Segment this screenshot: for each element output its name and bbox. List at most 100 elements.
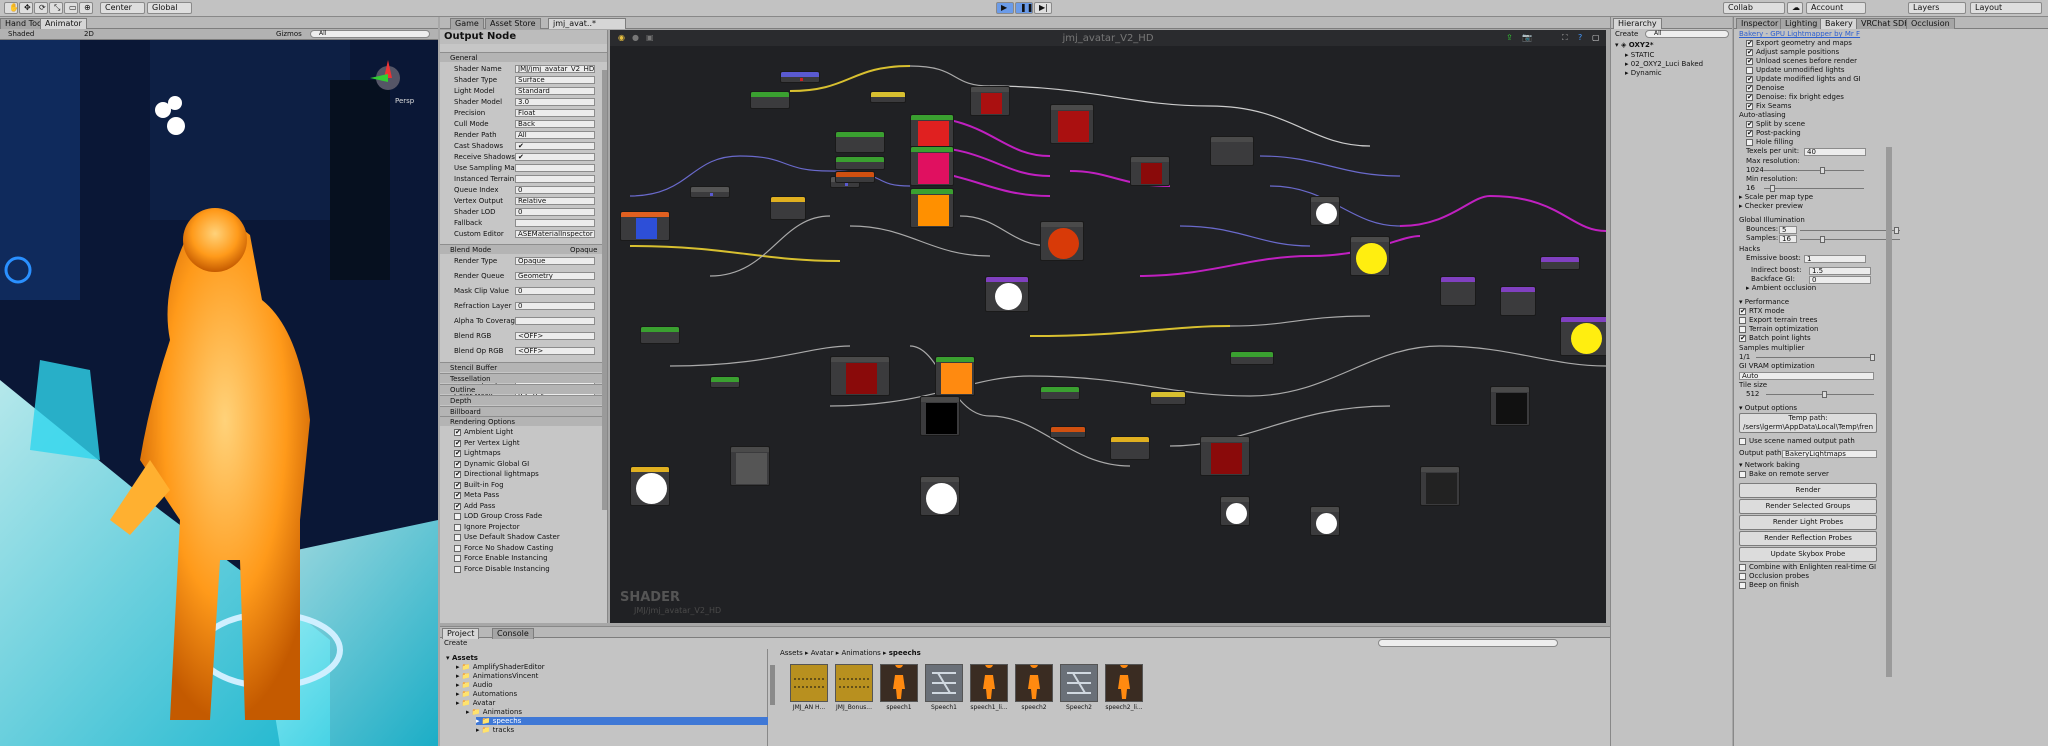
option-checkbox[interactable] [454,513,461,520]
graph-node[interactable] [1230,351,1274,365]
tab-project[interactable]: Project [442,628,480,639]
graph-node[interactable] [1500,286,1536,316]
tree-item[interactable]: ▸ 📁 speechs [476,717,768,725]
bakery-checkbox[interactable]: ✔ [1746,58,1753,65]
graph-node[interactable] [630,466,670,506]
section-general[interactable]: General [440,52,607,62]
bakery-checkbox[interactable]: ✔ [1746,85,1753,92]
hierarchy-item-baked[interactable]: ▸ 02_OXY2_Luci Baked [1625,60,1703,68]
tab-asset-store[interactable]: Asset Store [485,18,541,29]
breadcrumb-animations[interactable]: Animations [841,649,880,657]
asset-thumbnail[interactable] [1105,660,1143,702]
graph-node[interactable] [830,356,890,396]
bakery-checkbox[interactable]: ✔ [1746,49,1753,56]
asset-thumbnail[interactable] [835,664,873,702]
max-res-slider[interactable] [1764,170,1864,171]
blend-value[interactable]: Opaque [515,257,595,265]
graph-node[interactable] [1040,386,1080,400]
step-button[interactable]: ▶| [1034,2,1052,14]
transform-tool-icon[interactable]: ⊕ [79,2,93,14]
bakery-checkbox[interactable] [1746,67,1753,74]
prop-value[interactable]: ✔ [515,153,595,161]
prop-value[interactable]: 3.0 [515,98,595,106]
prop-value[interactable]: JMJ/jmj_avatar_V2_HD [515,65,595,73]
breadcrumb-avatar[interactable]: Avatar [811,649,834,657]
graph-share-icon[interactable]: ⇪ [1506,33,1513,42]
bounces-field[interactable]: 5 [1779,226,1797,234]
prop-value[interactable]: 0 [515,208,595,216]
scene-view[interactable]: Hand Tool Animator Shaded 2D Gizmos All … [0,17,438,746]
rect-tool-icon[interactable]: ▭ [64,2,78,14]
section-blend-mode[interactable]: Blend Mode Opaque [440,244,607,254]
vram-dropdown[interactable]: Auto [1739,372,1874,380]
update-skybox-probe-button[interactable]: Update Skybox Probe [1739,547,1877,562]
pivot-center-button[interactable]: Center [100,2,145,14]
tab-animator[interactable]: Animator [40,18,87,29]
bakery-header-link[interactable]: Bakery - GPU Lightmapper by Mr F [1739,30,1860,39]
graph-node[interactable] [970,86,1010,116]
graph-node[interactable] [1420,466,1460,506]
collab-button[interactable]: Collab [1723,2,1785,14]
network-baking-foldout[interactable]: ▾ Network baking [1739,461,1800,470]
graph-node[interactable] [920,396,960,436]
bakery-checkbox[interactable]: ✔ [1746,94,1753,101]
tab-bakery[interactable]: Bakery [1820,18,1858,29]
graph-node[interactable] [710,376,740,388]
graph-node[interactable] [910,188,954,228]
cloud-icon[interactable]: ☁ [1787,2,1803,14]
output-options-foldout[interactable]: ▾ Output options [1739,404,1797,413]
blend-value[interactable]: <OFF> [515,347,595,355]
scale-per-map-foldout[interactable]: ▸ Scale per map type [1739,193,1813,202]
section-rendering-options[interactable]: Rendering Options [440,416,607,426]
layers-button[interactable]: Layers [1908,2,1966,14]
move-tool-icon[interactable]: ✥ [19,2,33,14]
graph-node[interactable] [985,276,1029,312]
asset-thumbnail[interactable] [880,660,918,702]
bakery-checkbox[interactable]: ✔ [1746,130,1753,137]
prop-value[interactable]: Surface [515,76,595,84]
graph-node[interactable] [935,356,975,396]
remote-server-checkbox[interactable] [1739,471,1746,478]
section-collapsed[interactable]: Outline [440,384,607,394]
graph-node[interactable] [1130,156,1170,186]
prop-value[interactable]: Float [515,109,595,117]
project-search-input[interactable] [1378,639,1558,647]
gizmos-dropdown[interactable]: Gizmos [276,30,302,38]
graph-node[interactable] [730,446,770,486]
scene-named-checkbox[interactable] [1739,438,1746,445]
bakery-checkbox[interactable]: ✔ [1739,335,1746,342]
tile-size-slider[interactable] [1766,394,1874,395]
tree-item[interactable]: ▸ 📁 Avatar [456,699,495,707]
graph-node[interactable] [1440,276,1476,306]
tree-root-assets[interactable]: ▾ Assets [446,654,478,662]
account-button[interactable]: Account [1806,2,1866,14]
combine-enlighten-checkbox[interactable] [1739,564,1746,571]
graph-node[interactable] [1050,104,1094,144]
max-res-slider-thumb[interactable] [1820,167,1825,174]
graph-node[interactable] [640,326,680,344]
project-create-button[interactable]: Create [444,639,467,647]
graph-node[interactable] [1560,316,1606,356]
samples-multiplier-thumb[interactable] [1870,354,1875,361]
bakery-checkbox[interactable]: ✔ [1746,103,1753,110]
option-checkbox[interactable]: ✔ [454,429,461,436]
output-panel-scrollbar[interactable] [602,70,607,510]
graph-live-icon[interactable]: ● [632,33,639,42]
samples-slider-thumb[interactable] [1820,236,1825,243]
tile-size-thumb[interactable] [1822,391,1827,398]
ambient-occlusion-foldout[interactable]: ▸ Ambient occlusion [1746,284,1816,293]
graph-node[interactable] [920,476,960,516]
emissive-field[interactable]: 1 [1804,255,1866,263]
output-path-field[interactable]: BakeryLightmaps [1782,450,1877,458]
tab-occlusion[interactable]: Occlusion [1906,18,1955,29]
bounces-slider-thumb[interactable] [1894,227,1899,234]
prop-value[interactable]: Back [515,120,595,128]
prop-value[interactable]: ✔ [515,142,595,150]
space-global-button[interactable]: Global [147,2,192,14]
graph-node[interactable] [910,146,954,186]
asset-thumbnail[interactable] [1015,660,1053,702]
tree-item[interactable]: ▸ 📁 Automations [456,690,517,698]
shader-graph-canvas[interactable]: jmj_avatar_V2_HD ◉ ● ▣ ⇪ 📷 ⛶ ? ▢ SHADER … [610,30,1606,623]
tab-inspector[interactable]: Inspector [1736,18,1784,29]
indirect-field[interactable]: 1.5 [1809,267,1871,275]
